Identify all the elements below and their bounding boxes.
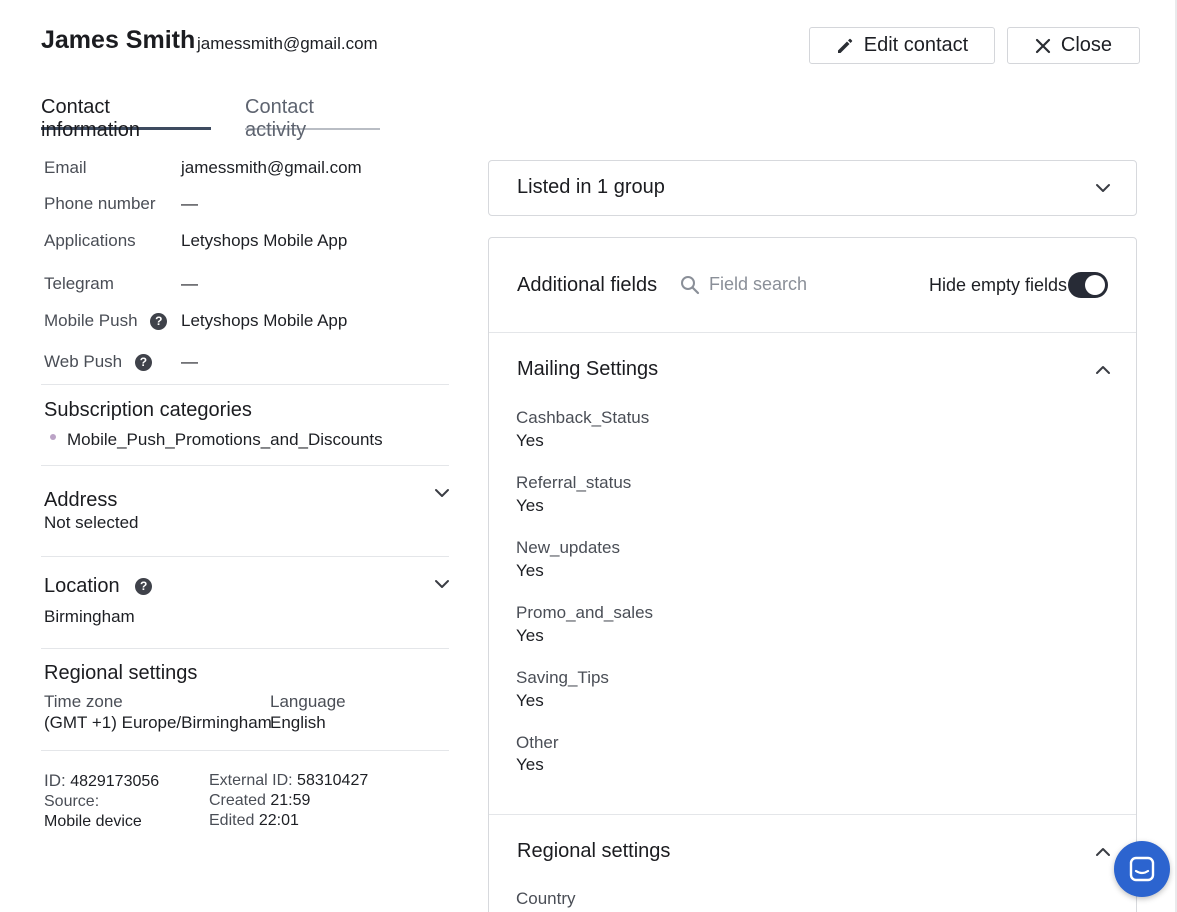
tab-contact-information[interactable]: Contact information: [41, 96, 211, 141]
language-value: English: [270, 713, 326, 732]
edit-contact-button[interactable]: Edit contact: [809, 27, 995, 64]
divider: [41, 465, 449, 466]
divider: [41, 750, 449, 751]
edited-row: Edited 22:01: [209, 811, 368, 831]
question-circle-icon[interactable]: ?: [134, 354, 152, 372]
location-value: Birmingham: [44, 607, 135, 626]
close-button[interactable]: Close: [1007, 27, 1140, 64]
applications-value: Letyshops Mobile App: [181, 231, 348, 250]
chevron-down-icon[interactable]: [1094, 179, 1112, 197]
applications-label: Applications: [44, 231, 136, 250]
subscription-category-item: Mobile_Push_Promotions_and_Discounts: [67, 430, 383, 449]
timezone-label: Time zone: [44, 692, 123, 711]
language-label: Language: [270, 692, 346, 711]
divider: [41, 648, 449, 649]
regional-settings-panel-title: Regional settings: [517, 840, 671, 862]
bullet-dot: [50, 434, 56, 440]
question-circle-icon[interactable]: ?: [135, 578, 153, 596]
address-title: Address: [44, 489, 118, 511]
divider: [41, 384, 449, 385]
external-id-row: External ID: 58310427: [209, 771, 368, 791]
mailing-field-value: Yes: [516, 496, 544, 515]
mailing-settings-title: Mailing Settings: [517, 358, 659, 380]
email-value: jamessmith@gmail.com: [181, 158, 362, 177]
divider: [41, 556, 449, 557]
mailing-field-value: Yes: [516, 626, 544, 645]
created-row: Created 21:59: [209, 791, 368, 811]
additional-fields-title: Additional fields: [517, 274, 658, 296]
id-value: 4829173056: [70, 773, 160, 790]
mobile-push-value: Letyshops Mobile App: [181, 311, 348, 330]
mobile-push-label: Mobile Push ?: [44, 311, 168, 331]
country-label: Country: [516, 889, 576, 908]
toggle-knob: [1085, 275, 1105, 295]
regional-settings-title: Regional settings: [44, 662, 198, 684]
timezone-value: (GMT +1) Europe/Birmingham: [44, 713, 272, 732]
external-id-value: 58310427: [297, 772, 369, 789]
edited-label: Edited: [209, 812, 255, 829]
close-icon: [1035, 38, 1051, 53]
created-label: Created: [209, 792, 266, 809]
mailing-field-value: Yes: [516, 755, 544, 774]
divider: [489, 814, 1136, 815]
tab-contact-activity[interactable]: Contact activity: [245, 96, 380, 141]
external-id-label: External ID:: [209, 772, 293, 789]
phone-label: Phone number: [44, 194, 156, 213]
search-icon: [681, 275, 700, 294]
phone-value: —: [181, 194, 198, 213]
close-label: Close: [1060, 34, 1113, 56]
hide-empty-fields-toggle[interactable]: [1068, 272, 1108, 298]
mailing-field-label: Cashback_Status: [516, 408, 650, 427]
mailing-field-label: Other: [516, 733, 559, 752]
mailing-field-label: Saving_Tips: [516, 668, 609, 687]
email-label: Email: [44, 158, 87, 177]
chat-button[interactable]: [1114, 841, 1170, 897]
chevron-down-icon[interactable]: [433, 575, 451, 593]
pencil-icon: [837, 38, 852, 53]
groups-title: Listed in 1 group: [517, 176, 665, 198]
mailing-field-value: Yes: [516, 561, 544, 580]
mailing-field-value: Yes: [516, 431, 544, 450]
edit-contact-label: Edit contact: [863, 34, 969, 56]
meta-right: External ID: 58310427 Created 21:59 Edit…: [209, 771, 368, 831]
telegram-value: —: [181, 274, 198, 293]
meta-left: ID: 4829173056 Source: Mobile device: [44, 771, 159, 832]
location-title: Location ?: [44, 575, 153, 598]
mailing-field-label: Promo_and_sales: [516, 603, 654, 622]
divider: [489, 332, 1136, 333]
source-label: Source:: [44, 793, 100, 810]
chevron-up-icon[interactable]: [1094, 361, 1112, 379]
id-row: ID: 4829173056: [44, 771, 159, 792]
mobile-push-label-text: Mobile Push: [44, 311, 138, 330]
edited-value: 22:01: [258, 812, 299, 829]
mailing-field-label: Referral_status: [516, 473, 632, 492]
id-label: ID:: [44, 771, 66, 790]
mailing-field-label: New_updates: [516, 538, 620, 557]
location-title-text: Location: [44, 575, 120, 597]
hide-empty-fields-label: Hide empty fields: [929, 275, 1068, 295]
chevron-down-icon[interactable]: [433, 484, 451, 502]
field-search[interactable]: [680, 274, 879, 295]
field-search-input[interactable]: [709, 274, 879, 295]
created-value: 21:59: [270, 792, 311, 809]
chevron-up-icon[interactable]: [1094, 843, 1112, 861]
telegram-label: Telegram: [44, 274, 114, 293]
web-push-label: Web Push ?: [44, 352, 152, 372]
mailing-field-value: Yes: [516, 691, 544, 710]
additional-fields-card: [488, 237, 1137, 912]
contact-name: James Smith: [41, 26, 196, 54]
address-value: Not selected: [44, 513, 139, 532]
web-push-value: —: [181, 352, 198, 371]
subscription-categories-title: Subscription categories: [44, 399, 252, 421]
source-value: Mobile device: [44, 813, 142, 830]
question-circle-icon[interactable]: ?: [150, 313, 168, 331]
chat-icon: [1129, 856, 1155, 882]
contact-email-header: jamessmith@gmail.com: [197, 34, 378, 53]
web-push-label-text: Web Push: [44, 352, 123, 371]
